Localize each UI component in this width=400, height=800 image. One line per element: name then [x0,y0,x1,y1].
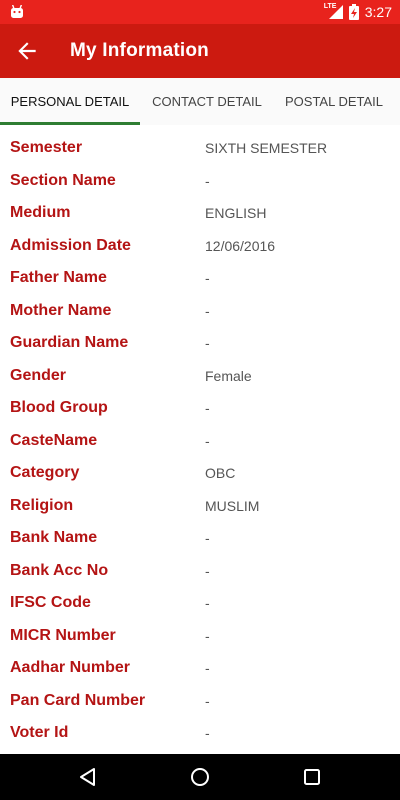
tab-bar: PERSONAL DETAIL CONTACT DETAIL POSTAL DE… [0,78,400,126]
tab-contact-detail[interactable]: CONTACT DETAIL [140,78,274,125]
detail-value: OBC [205,465,236,481]
status-time: 3:27 [364,4,392,20]
detail-label: MICR Number [10,626,116,644]
detail-label: Aadhar Number [10,659,131,676]
detail-value: - [205,172,210,189]
detail-label: Bank Acc No [10,561,109,579]
detail-row-bank-name: Bank Name - [0,522,400,554]
detail-label: CasteName [10,431,98,449]
detail-value: - [205,432,210,449]
detail-row-micr-number: MICR Number - [0,620,400,652]
page-title: My Information [70,40,209,61]
detail-value: - [205,627,210,644]
detail-label: IFSC Code [10,594,91,611]
detail-value: - [205,530,210,546]
detail-label: Religion [10,496,74,514]
detail-label: Semester [10,139,83,156]
detail-row-category: Category OBC [0,457,400,489]
detail-row-medium: Medium ENGLISH [0,197,400,229]
detail-label: Medium [10,204,71,221]
detail-label: Voter Id [10,724,69,741]
detail-value: - [205,562,210,579]
recents-square-icon[interactable] [298,763,326,791]
detail-label: Blood Group [10,399,108,416]
detail-value: MUSLIM [205,497,260,514]
battery-charging-icon [348,4,359,20]
detail-row-caste-name: CasteName - [0,425,400,457]
detail-value: - [205,595,210,611]
system-navigation-bar [0,754,400,800]
back-triangle-icon[interactable] [74,763,102,791]
personal-detail-list[interactable]: Semester SIXTH SEMESTER Section Name - M… [0,125,400,754]
detail-row-mother-name: Mother Name - [0,295,400,327]
detail-label: Section Name [10,171,116,189]
detail-label: Category [10,464,80,481]
detail-value: - [205,400,210,416]
detail-row-father-name: Father Name - [0,262,400,294]
detail-label: Pan Card Number [10,691,146,709]
app-bar: My Information [0,24,400,78]
status-bar: LTE 3:27 [0,0,400,24]
detail-value: ENGLISH [205,205,267,221]
home-circle-icon[interactable] [186,763,214,791]
android-icon [11,5,23,18]
detail-value: - [205,270,210,286]
detail-value: - [205,692,210,709]
detail-row-section-name: Section Name - [0,165,400,197]
detail-value: - [205,725,210,741]
detail-row-religion: Religion MUSLIM [0,490,400,522]
detail-label: Father Name [10,269,107,286]
detail-row-blood-group: Blood Group - [0,392,400,424]
detail-row-ifsc-code: IFSC Code - [0,587,400,619]
detail-label: Guardian Name [10,334,129,351]
detail-row-bank-acc-no: Bank Acc No - [0,555,400,587]
detail-row-semester: Semester SIXTH SEMESTER [0,132,400,164]
detail-row-guardian-name: Guardian Name - [0,327,400,359]
network-type: LTE [323,3,337,10]
detail-row-aadhar-number: Aadhar Number - [0,652,400,684]
detail-label: Bank Name [10,529,98,546]
tab-postal-detail[interactable]: POSTAL DETAIL [274,78,394,125]
detail-row-pan-card-number: Pan Card Number - [0,685,400,717]
arrow-left-icon[interactable] [14,38,40,64]
detail-value: - [205,660,210,676]
detail-label: Gender [10,366,67,384]
detail-row-gender: Gender Female [0,360,400,392]
detail-row-admission-date: Admission Date 12/06/2016 [0,230,400,262]
detail-value: Female [205,367,252,384]
detail-label: Mother Name [10,301,112,319]
lte-signal-icon: LTE [323,3,343,19]
detail-row-voter-id: Voter Id - [0,717,400,749]
tab-personal-detail[interactable]: PERSONAL DETAIL [0,78,140,125]
detail-label: Admission Date [10,236,131,254]
detail-value: - [205,302,210,319]
detail-value: SIXTH SEMESTER [205,140,328,156]
detail-value: - [205,335,210,351]
detail-value: 12/06/2016 [205,237,276,254]
